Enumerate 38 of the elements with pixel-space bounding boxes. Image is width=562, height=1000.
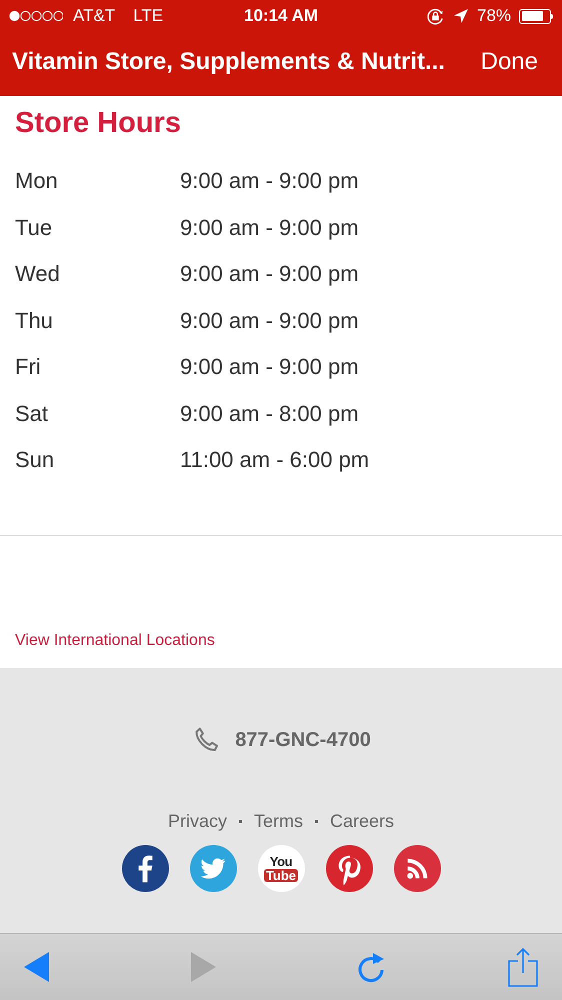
hours-text: 9:00 am - 8:00 pm xyxy=(180,400,359,428)
hours-text: 9:00 am - 9:00 pm xyxy=(180,353,359,382)
youtube-logo[interactable]: You Tube xyxy=(258,845,304,892)
international-link[interactable]: View International Locations xyxy=(15,629,215,653)
signal-icon xyxy=(9,10,63,22)
back-icon[interactable] xyxy=(24,952,50,982)
day-label: Tue xyxy=(15,214,54,242)
facebook-icon[interactable] xyxy=(122,845,168,892)
hours-text: 11:00 am - 6:00 pm xyxy=(180,446,370,474)
battery-icon xyxy=(519,8,554,24)
footer-link[interactable]: Careers xyxy=(330,808,394,835)
page-title: Vitamin Store, Supplements & Nutrit... xyxy=(12,47,446,77)
carrier-label: AT&T xyxy=(73,5,116,28)
footer-link[interactable]: Terms xyxy=(254,808,303,835)
reload-icon[interactable] xyxy=(356,950,386,984)
section-heading: Store Hours xyxy=(15,106,182,141)
battery-percent: 78% xyxy=(476,5,512,28)
footer-link[interactable]: Privacy xyxy=(168,808,227,835)
day-label: Thu xyxy=(15,306,54,335)
day-label: Sat xyxy=(15,400,50,428)
day-label: Wed xyxy=(15,260,61,288)
done-button[interactable]: Done xyxy=(480,44,550,80)
bird-icon[interactable] xyxy=(190,845,236,892)
hours-text: 9:00 am - 9:00 pm xyxy=(180,260,359,288)
rss-icon[interactable] xyxy=(394,845,440,892)
network-label: LTE xyxy=(133,5,164,28)
day-label: Sun xyxy=(15,446,56,474)
location-arrow-icon xyxy=(452,8,469,24)
hours-text: 9:00 am - 9:00 pm xyxy=(180,214,359,242)
phone-link[interactable]: 877-GNC-4700 xyxy=(235,725,371,755)
day-label: Fri xyxy=(15,353,42,382)
day-label: Mon xyxy=(15,167,59,196)
rotation-lock-icon xyxy=(426,6,445,26)
hours-text: 9:00 am - 9:00 pm xyxy=(180,306,359,335)
pinterest-icon[interactable] xyxy=(326,845,372,892)
status-time: 10:14 AM xyxy=(244,5,318,28)
hours-text: 9:00 am - 9:00 pm xyxy=(180,167,359,196)
share-icon[interactable] xyxy=(508,947,538,987)
